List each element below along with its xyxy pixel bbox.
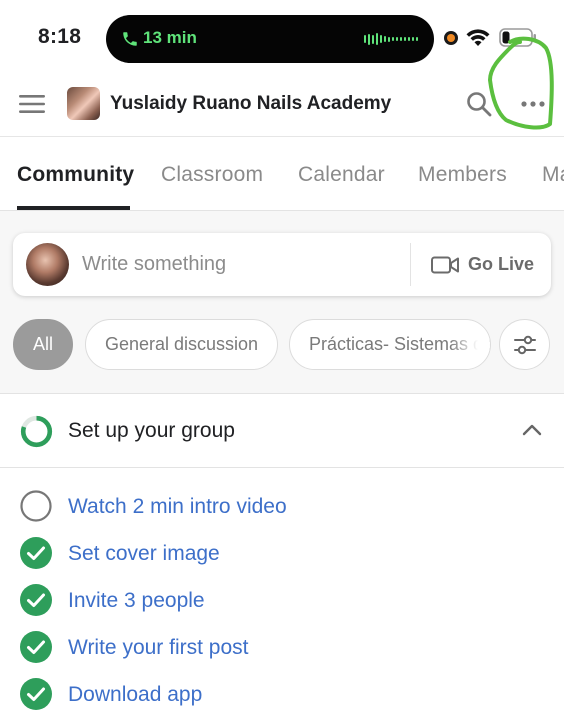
go-live-button[interactable]: Go Live bbox=[425, 241, 545, 288]
checklist-item[interactable]: Set cover image bbox=[20, 535, 540, 569]
status-time: 8:18 bbox=[38, 25, 82, 48]
checklist-item-label[interactable]: Write your first post bbox=[68, 636, 249, 660]
composer-divider bbox=[410, 243, 411, 286]
filter-chip-all[interactable]: All bbox=[13, 319, 73, 370]
unchecked-circle-icon bbox=[20, 490, 52, 522]
check-circle-icon bbox=[20, 537, 52, 569]
checklist-item[interactable]: Write your first post bbox=[20, 629, 540, 663]
more-icon[interactable] bbox=[520, 100, 546, 108]
checklist-item[interactable]: Invite 3 people bbox=[20, 582, 540, 616]
active-tab-indicator bbox=[17, 206, 130, 210]
tab-calendar[interactable]: Calendar bbox=[298, 163, 385, 187]
checklist-item-label[interactable]: Invite 3 people bbox=[68, 589, 205, 613]
check-circle-icon bbox=[20, 584, 52, 616]
sliders-icon bbox=[514, 335, 536, 355]
checklist-item-label[interactable]: Watch 2 min intro video bbox=[68, 495, 287, 519]
setup-title: Set up your group bbox=[68, 419, 235, 442]
audio-waveform-icon bbox=[364, 32, 419, 46]
write-something-input[interactable]: Write something bbox=[82, 253, 226, 276]
post-composer[interactable]: Write something Go Live bbox=[13, 233, 551, 296]
tab-classroom[interactable]: Classroom bbox=[161, 163, 263, 187]
menu-icon[interactable] bbox=[19, 95, 45, 113]
go-live-label: Go Live bbox=[468, 254, 535, 274]
group-header: Yuslaidy Ruano Nails Academy bbox=[0, 72, 564, 137]
battery-icon bbox=[499, 28, 536, 47]
check-circle-icon bbox=[20, 678, 52, 710]
filter-chip-general-discussion[interactable]: General discussion bbox=[85, 319, 278, 370]
status-bar: 8:18 13 min bbox=[0, 0, 564, 72]
checklist-item[interactable]: Watch 2 min intro video bbox=[20, 488, 540, 522]
checklist-item[interactable]: Download app bbox=[20, 676, 540, 710]
setup-progress-ring bbox=[20, 415, 53, 448]
setup-group-section-header[interactable]: Set up your group bbox=[0, 393, 564, 468]
search-icon[interactable] bbox=[466, 91, 492, 117]
call-duration: 13 min bbox=[143, 28, 197, 47]
wifi-icon bbox=[466, 29, 490, 46]
filter-settings-button[interactable] bbox=[499, 319, 550, 370]
group-name[interactable]: Yuslaidy Ruano Nails Academy bbox=[110, 93, 391, 115]
active-call-pill[interactable]: 13 min bbox=[106, 15, 434, 63]
filter-chip-practicas[interactable]: Prácticas- Sistemas de bbox=[289, 319, 491, 370]
phone-icon bbox=[123, 32, 137, 46]
tab-members[interactable]: Members bbox=[418, 163, 507, 187]
check-circle-icon bbox=[20, 631, 52, 663]
user-avatar bbox=[26, 243, 69, 286]
group-logo[interactable] bbox=[67, 87, 100, 120]
mic-in-use-indicator-icon bbox=[444, 31, 458, 45]
feed-area: Write something Go Live All General disc… bbox=[0, 211, 564, 393]
tab-community[interactable]: Community bbox=[17, 163, 134, 187]
chip-fade-overlay bbox=[450, 320, 490, 369]
tab-map[interactable]: Ma bbox=[542, 163, 564, 187]
chevron-up-icon[interactable] bbox=[521, 423, 543, 437]
video-camera-icon bbox=[431, 256, 459, 274]
checklist-item-label[interactable]: Download app bbox=[68, 683, 202, 707]
group-tabs: Community Classroom Calendar Members Ma bbox=[0, 137, 564, 211]
checklist-item-label[interactable]: Set cover image bbox=[68, 542, 220, 566]
category-filter-bar: All General discussion Prácticas- Sistem… bbox=[0, 317, 564, 373]
